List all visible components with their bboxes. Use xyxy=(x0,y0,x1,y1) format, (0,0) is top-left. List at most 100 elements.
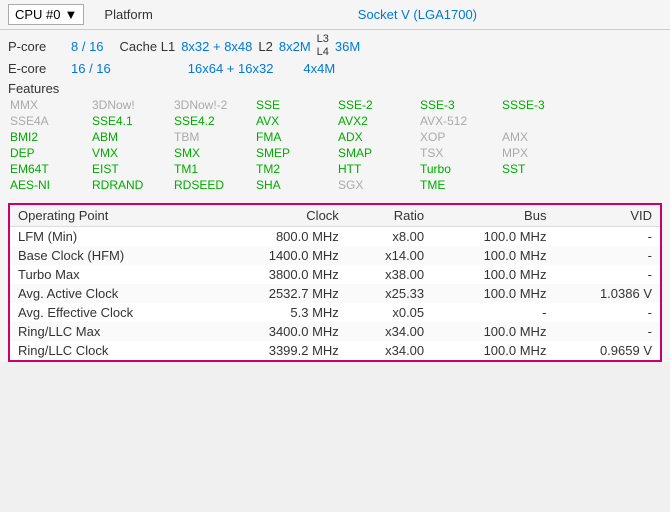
op-ratio: x25.33 xyxy=(347,284,432,303)
op-bus: 100.0 MHz xyxy=(432,265,554,284)
op-clock: 800.0 MHz xyxy=(213,227,346,247)
op-ratio: x14.00 xyxy=(347,246,432,265)
col-header-operating-point: Operating Point xyxy=(10,205,213,227)
col-header-clock: Clock xyxy=(213,205,346,227)
feature-item-Turbo: Turbo xyxy=(418,161,498,177)
feature-item-SMX: SMX xyxy=(172,145,252,161)
cpu-info-section: P-core 8 / 16 Cache L1 8x32 + 8x48 L2 8x… xyxy=(0,30,670,79)
pcore-label: P-core xyxy=(8,39,63,54)
cache-l3-label-l4: L4 xyxy=(317,46,329,59)
feature-item-46 xyxy=(500,177,580,193)
col-header-bus: Bus xyxy=(432,205,554,227)
feature-item-TBM: TBM xyxy=(172,129,252,145)
cache-ecore-value: 16x64 + 16x32 xyxy=(188,61,274,76)
cpu-label: CPU #0 xyxy=(15,7,61,22)
ecore-label: E-core xyxy=(8,61,63,76)
op-vid: - xyxy=(554,246,660,265)
op-vid: - xyxy=(554,265,660,284)
feature-item-SSE-2: SSE-2 xyxy=(336,97,416,113)
op-vid: - xyxy=(554,227,660,247)
cache-l2-value: 8x2M xyxy=(279,39,311,54)
feature-item-MMX: MMX xyxy=(8,97,88,113)
feature-item-EIST: EIST xyxy=(90,161,170,177)
pcore-row: P-core 8 / 16 Cache L1 8x32 + 8x48 L2 8x… xyxy=(8,32,662,60)
feature-item-7 xyxy=(582,97,662,113)
op-clock: 3800.0 MHz xyxy=(213,265,346,284)
table-row: Avg. Active Clock 2532.7 MHz x25.33 100.… xyxy=(10,284,660,303)
table-row: Base Clock (HFM) 1400.0 MHz x14.00 100.0… xyxy=(10,246,660,265)
cache-l3-value: 36M xyxy=(335,39,360,54)
feature-item-SSE4A: SSE4A xyxy=(8,113,88,129)
operating-points-table: Operating Point Clock Ratio Bus VID LFM … xyxy=(10,205,660,360)
op-label: LFM (Min) xyxy=(10,227,213,247)
feature-item-FMA: FMA xyxy=(254,129,334,145)
cache-l1-value: 8x32 + 8x48 xyxy=(181,39,252,54)
feature-item-AES-NI: AES-NI xyxy=(8,177,88,193)
feature-item-TME: TME xyxy=(418,177,498,193)
feature-item-AVX-512: AVX-512 xyxy=(418,113,498,129)
feature-item-SSSE-3: SSSE-3 xyxy=(500,97,580,113)
feature-item-SSE4.1: SSE4.1 xyxy=(90,113,170,129)
op-label: Base Clock (HFM) xyxy=(10,246,213,265)
feature-item-EM64T: EM64T xyxy=(8,161,88,177)
operating-points-section: Operating Point Clock Ratio Bus VID LFM … xyxy=(8,203,662,362)
table-row: Ring/LLC Max 3400.0 MHz x34.00 100.0 MHz… xyxy=(10,322,660,341)
feature-item-ADX: ADX xyxy=(336,129,416,145)
feature-item-XOP: XOP xyxy=(418,129,498,145)
op-clock: 5.3 MHz xyxy=(213,303,346,322)
table-row: LFM (Min) 800.0 MHz x8.00 100.0 MHz - xyxy=(10,227,660,247)
op-label: Ring/LLC Max xyxy=(10,322,213,341)
feature-item-3DNow!: 3DNow! xyxy=(90,97,170,113)
feature-item-RDRAND: RDRAND xyxy=(90,177,170,193)
cache-l1-label: Cache L1 xyxy=(120,39,176,54)
cache-l2-label: L2 xyxy=(258,39,272,54)
op-label: Ring/LLC Clock xyxy=(10,341,213,360)
main-container: CPU #0 ▼ Platform Socket V (LGA1700) P-c… xyxy=(0,0,670,362)
op-ratio: x38.00 xyxy=(347,265,432,284)
feature-item-SMAP: SMAP xyxy=(336,145,416,161)
op-vid: 1.0386 V xyxy=(554,284,660,303)
ecore-value: 16 / 16 xyxy=(71,61,111,76)
feature-item-SGX: SGX xyxy=(336,177,416,193)
op-ratio: x0.05 xyxy=(347,303,432,322)
op-bus: 100.0 MHz xyxy=(432,227,554,247)
feature-item-AVX2: AVX2 xyxy=(336,113,416,129)
feature-item-TM1: TM1 xyxy=(172,161,252,177)
feature-item-MPX: MPX xyxy=(500,145,580,161)
feature-item-RDSEED: RDSEED xyxy=(172,177,252,193)
feature-item-23 xyxy=(582,129,662,145)
features-grid: MMX3DNow!3DNow!-2SSESSE-2SSE-3SSSE-3SSE4… xyxy=(8,97,662,193)
op-clock: 3399.2 MHz xyxy=(213,341,346,360)
op-label: Turbo Max xyxy=(10,265,213,284)
feature-item-TM2: TM2 xyxy=(254,161,334,177)
feature-item-SMEP: SMEP xyxy=(254,145,334,161)
feature-item-15 xyxy=(582,113,662,129)
feature-item-VMX: VMX xyxy=(90,145,170,161)
feature-item-SSE-3: SSE-3 xyxy=(418,97,498,113)
feature-item-BMI2: BMI2 xyxy=(8,129,88,145)
pcore-value: 8 / 16 xyxy=(71,39,104,54)
op-bus: 100.0 MHz xyxy=(432,341,554,360)
cpu-selector[interactable]: CPU #0 ▼ xyxy=(8,4,84,25)
op-clock: 2532.7 MHz xyxy=(213,284,346,303)
op-vid: 0.9659 V xyxy=(554,341,660,360)
col-header-ratio: Ratio xyxy=(347,205,432,227)
feature-item-ABM: ABM xyxy=(90,129,170,145)
cache-l3-label-group: L3 L4 xyxy=(317,33,329,59)
op-bus: 100.0 MHz xyxy=(432,246,554,265)
feature-item-AVX: AVX xyxy=(254,113,334,129)
cache-l3-label-l3: L3 xyxy=(317,33,329,46)
feature-item-AMX: AMX xyxy=(500,129,580,145)
op-bus: 100.0 MHz xyxy=(432,322,554,341)
op-bus: 100.0 MHz xyxy=(432,284,554,303)
cache-l2-ecore: 4x4M xyxy=(303,61,335,76)
op-clock: 1400.0 MHz xyxy=(213,246,346,265)
feature-item-TSX: TSX xyxy=(418,145,498,161)
op-bus: - xyxy=(432,303,554,322)
top-bar: CPU #0 ▼ Platform Socket V (LGA1700) xyxy=(0,0,670,30)
op-label: Avg. Active Clock xyxy=(10,284,213,303)
chevron-down-icon: ▼ xyxy=(65,7,78,22)
col-header-vid: VID xyxy=(554,205,660,227)
feature-item-47 xyxy=(582,177,662,193)
op-vid: - xyxy=(554,303,660,322)
